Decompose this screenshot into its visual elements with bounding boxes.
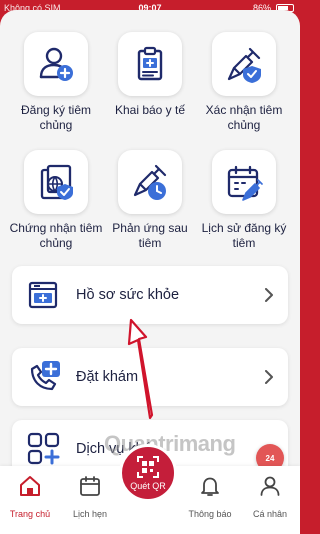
tile-post-vaccination-reaction[interactable]: Phản ứng sau tiêm (102, 150, 198, 251)
nav-label: Thông báo (188, 509, 232, 519)
chevron-right-icon (265, 370, 273, 384)
tile-icon-box (212, 32, 276, 96)
tile-label: Đăng ký tiêm chủng (20, 103, 92, 132)
register-user-icon (39, 47, 73, 81)
tile-label: Chứng nhận tiêm chủng (9, 221, 103, 250)
row-label: Hồ sơ sức khỏe (76, 287, 180, 303)
phone-medical-icon (30, 361, 60, 391)
nav-notifications[interactable]: Thông báo (180, 466, 240, 534)
home-icon (20, 476, 40, 496)
tile-icon-box (118, 150, 182, 214)
certificate-globe-icon (40, 164, 73, 200)
tile-icon-box (212, 150, 276, 214)
row-label: Đặt khám (76, 369, 139, 385)
tile-label: Phản ứng sau tiêm (112, 221, 188, 250)
nav-appointments[interactable]: Lịch hẹn (60, 466, 120, 534)
nav-label: Trang chủ (9, 509, 51, 519)
app-screen: Không có SIM 09:07 86% Đăng ký tiêm chủn… (0, 0, 300, 534)
nav-label: Cá nhân (252, 509, 288, 519)
calendar-syringe-icon (227, 165, 263, 201)
watermark-text: Quantrimang (104, 431, 236, 456)
tile-vaccination-certificate[interactable]: Chứng nhận tiêm chủng (8, 150, 104, 251)
nav-scan-qr[interactable]: Quét QR (119, 444, 177, 502)
qr-scan-icon (137, 456, 159, 478)
tile-label: Xác nhận tiêm chủng (205, 103, 283, 132)
nav-home[interactable]: Trang chủ (0, 466, 60, 534)
syringe-shield-icon (227, 47, 261, 83)
grid-plus-icon (27, 432, 60, 465)
tile-health-declaration[interactable]: Khai báo y tế (102, 32, 198, 118)
calendar-icon (80, 476, 100, 496)
tile-label: Lịch sử đăng ký tiêm (201, 221, 287, 250)
syringe-clock-icon (133, 164, 167, 200)
tile-label: Khai báo y tế (114, 103, 186, 117)
tile-confirm-vaccination[interactable]: Xác nhận tiêm chủng (196, 32, 292, 133)
nav-profile[interactable]: Cá nhân (240, 466, 300, 534)
row-book-appointment[interactable]: Đặt khám (12, 348, 288, 406)
tile-icon-box (118, 32, 182, 96)
bell-icon (201, 477, 219, 496)
tile-register-vaccination[interactable]: Đăng ký tiêm chủng (8, 32, 104, 133)
tile-icon-box (24, 150, 88, 214)
chat-badge-text: 24 (265, 453, 275, 463)
tile-registration-history[interactable]: Lịch sử đăng ký tiêm (196, 150, 292, 251)
chevron-right-icon (265, 288, 273, 302)
row-health-record[interactable]: Hồ sơ sức khỏe (12, 266, 288, 324)
bottom-nav: Trang chủ Lịch hẹn Quét QR Thông báo Cá … (0, 444, 300, 534)
medical-clipboard-icon (137, 46, 163, 81)
tile-icon-box (24, 32, 88, 96)
nav-label: Quét QR (130, 481, 166, 491)
health-record-icon (28, 281, 58, 309)
nav-label: Lịch hẹn (72, 509, 108, 519)
user-icon (260, 476, 280, 496)
